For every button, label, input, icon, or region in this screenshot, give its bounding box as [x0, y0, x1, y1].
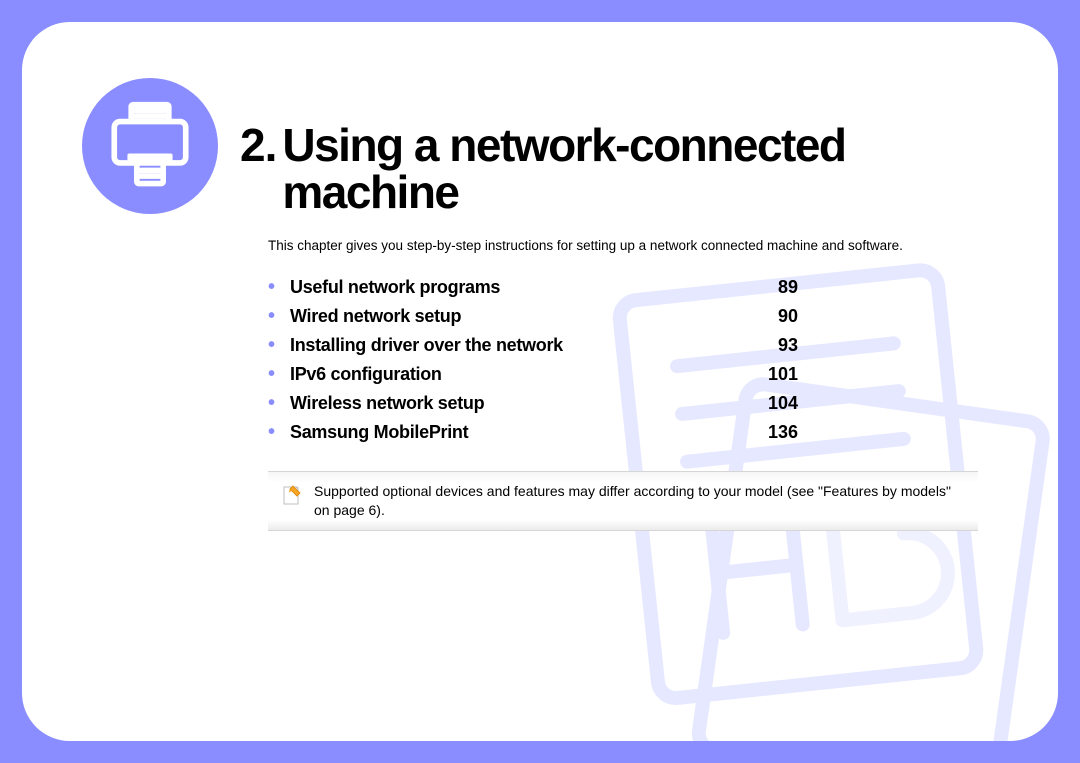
- chapter-intro-text: This chapter gives you step-by-step inst…: [268, 238, 978, 253]
- table-of-contents: • Useful network programs 89 • Wired net…: [268, 277, 978, 443]
- toc-entry-page: 136: [738, 422, 798, 443]
- bullet-icon: •: [268, 306, 290, 326]
- printer-icon: [103, 99, 197, 193]
- bullet-icon: •: [268, 277, 290, 297]
- bullet-icon: •: [268, 364, 290, 384]
- document-page: 2. Using a network-connected machine Thi…: [22, 22, 1058, 741]
- toc-entry-page: 89: [738, 277, 798, 298]
- toc-entry-title: Installing driver over the network: [290, 335, 563, 356]
- bullet-icon: •: [268, 393, 290, 413]
- chapter-heading: Using a network-connected machine: [282, 122, 978, 216]
- toc-entry-title: Useful network programs: [290, 277, 500, 298]
- note-box: Supported optional devices and features …: [268, 471, 978, 531]
- toc-entry-title: Wired network setup: [290, 306, 461, 327]
- note-text: Supported optional devices and features …: [314, 482, 962, 520]
- toc-entry-page: 104: [738, 393, 798, 414]
- bullet-icon: •: [268, 335, 290, 355]
- toc-entry-page: 101: [738, 364, 798, 385]
- chapter-title-block: 2. Using a network-connected machine: [240, 122, 978, 216]
- toc-entry-title: Wireless network setup: [290, 393, 484, 414]
- toc-entry-page: 90: [738, 306, 798, 327]
- bullet-icon: •: [268, 422, 290, 442]
- chapter-icon-circle: [82, 78, 218, 214]
- content-area: 2. Using a network-connected machine Thi…: [240, 122, 978, 531]
- toc-entry[interactable]: • IPv6 configuration 101: [268, 364, 978, 385]
- toc-entry-title: Samsung MobilePrint: [290, 422, 468, 443]
- toc-entry[interactable]: • Installing driver over the network 93: [268, 335, 978, 356]
- toc-entry-title: IPv6 configuration: [290, 364, 442, 385]
- toc-entry-page: 93: [738, 335, 798, 356]
- toc-entry[interactable]: • Wireless network setup 104: [268, 393, 978, 414]
- toc-entry[interactable]: • Useful network programs 89: [268, 277, 978, 298]
- toc-entry[interactable]: • Wired network setup 90: [268, 306, 978, 327]
- toc-entry[interactable]: • Samsung MobilePrint 136: [268, 422, 978, 443]
- note-icon: [282, 482, 302, 511]
- chapter-number: 2.: [240, 122, 276, 168]
